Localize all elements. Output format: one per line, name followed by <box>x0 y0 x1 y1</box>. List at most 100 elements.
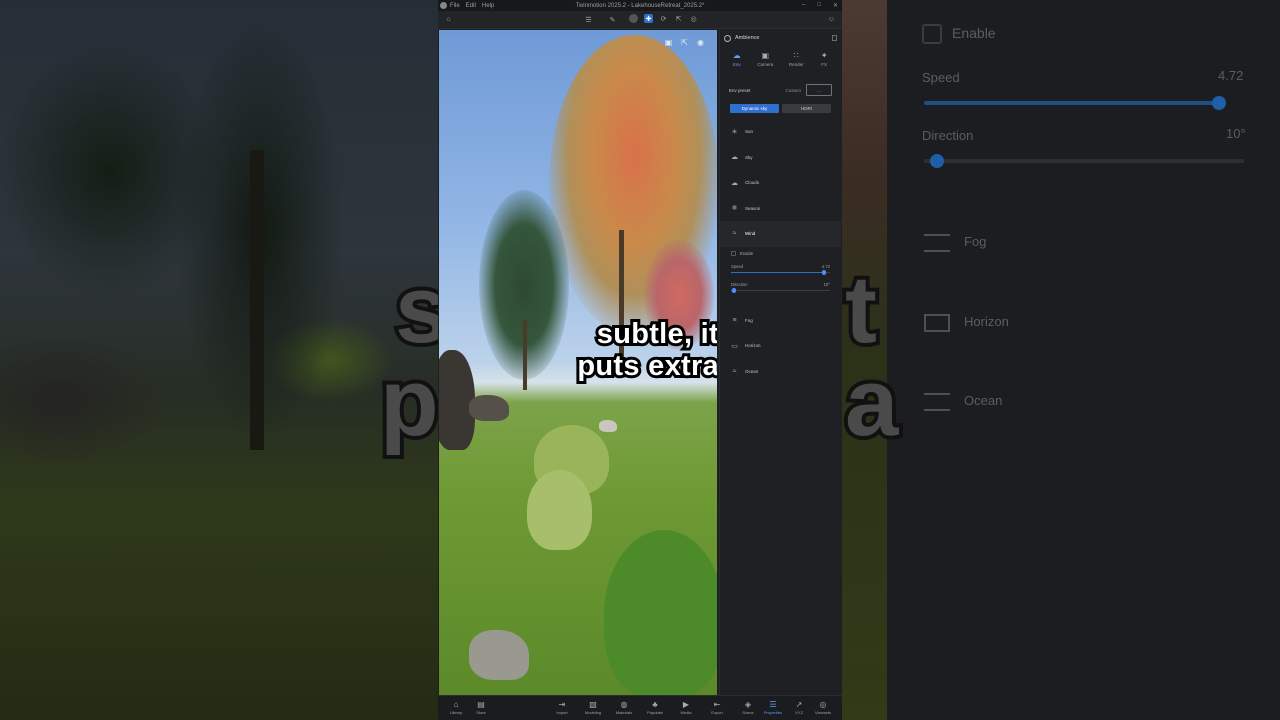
expand-icon[interactable]: ⇱ <box>680 38 689 47</box>
dock-properties[interactable]: ☰ Properties <box>762 700 784 715</box>
dock-library[interactable]: ⌂ Library <box>445 700 467 715</box>
blurred-fog-icon <box>924 234 950 252</box>
dock-xyz[interactable]: ↗ XYZ <box>788 700 810 715</box>
collapse-panel-icon[interactable] <box>832 35 837 41</box>
blurred-speed-knob <box>1212 96 1226 110</box>
blurred-ocean-icon <box>924 393 950 411</box>
section-fog-label: Fog <box>745 317 753 323</box>
speed-knob[interactable] <box>821 270 827 275</box>
env-preset-value: Custom <box>785 87 801 93</box>
direction-knob[interactable] <box>731 288 737 293</box>
home-icon[interactable]: ⌂ <box>444 15 453 24</box>
dock-populate[interactable]: ♣ Populate <box>644 700 666 715</box>
media-icon: ▶ <box>682 700 690 709</box>
screen: sut p Enable Speed 4.72 Direction 10° Fo… <box>0 0 1280 720</box>
section-clouds[interactable]: ☁ Clouds <box>720 170 841 196</box>
clouds-icon: ☁ <box>731 179 738 187</box>
dock-export[interactable]: ⇤ Export <box>706 700 728 715</box>
pen-icon[interactable]: ✎ <box>608 15 617 24</box>
white-stone <box>599 420 617 432</box>
render-dots-icon: ∷ <box>793 51 799 60</box>
twinmotion-window: File Edit Help Twinmotion 2025.2 - Lakeh… <box>438 0 842 720</box>
blurred-ocean-label: Ocean <box>964 393 1003 408</box>
tab-render[interactable]: ∷ Render <box>789 52 804 78</box>
dock-materials[interactable]: ◍ Materials <box>613 700 635 715</box>
video-caption: subtle, it puts extra <box>547 315 717 385</box>
fx-icon: ✦ <box>820 51 828 60</box>
menu-edit[interactable]: Edit <box>466 3 476 9</box>
fog-icon: ≡ <box>732 316 737 324</box>
video-camera-icon: ▣ <box>761 51 770 60</box>
section-wind[interactable]: ≈ Wind <box>720 221 841 247</box>
user-icon[interactable]: ☺ <box>827 15 836 24</box>
dock-populate-label: Populate <box>647 710 663 715</box>
wind-enable-label: Enable <box>740 251 754 256</box>
dock-store-label: Store <box>476 710 486 715</box>
section-fog[interactable]: ≡ Fog <box>720 308 841 334</box>
dock-modeling-label: Modeling <box>584 710 602 715</box>
dock-media[interactable]: ▶ Media <box>675 700 697 715</box>
globe-icon[interactable]: ◎ <box>689 14 698 23</box>
dock-viewsets[interactable]: ◎ Viewsets <box>812 700 834 715</box>
wind-icon: ≈ <box>732 230 737 238</box>
eye-icon[interactable]: ◉ <box>696 38 705 47</box>
direction-label: Direction <box>731 281 748 287</box>
rock-mid <box>469 395 509 421</box>
fern-2 <box>527 470 592 550</box>
minimize-button[interactable]: – <box>802 2 805 9</box>
dock-scene[interactable]: ◈ Scene <box>737 700 759 715</box>
app-logo-icon <box>440 2 447 9</box>
blurred-horizon-icon <box>924 314 950 332</box>
move-tool-icon[interactable]: ✚ <box>644 14 653 23</box>
wind-enable-checkbox[interactable] <box>731 251 736 256</box>
store-icon: ▤ <box>477 700 485 709</box>
maximize-button[interactable]: □ <box>817 2 821 9</box>
close-button[interactable]: ✕ <box>833 2 838 9</box>
scene-icon: ◈ <box>744 700 752 709</box>
window-title: Twinmotion 2025.2 - LakehouseRetreat_202… <box>575 2 705 9</box>
select-tool-icon[interactable] <box>629 14 638 23</box>
section-horizon-label: Horizon <box>745 343 761 349</box>
panel-header: Ambience <box>720 30 841 46</box>
speed-slider[interactable] <box>731 270 830 276</box>
blurred-speed-fill <box>924 101 1220 105</box>
pine-tree-trunk <box>523 320 527 390</box>
layers-icon[interactable]: ☰ <box>584 15 593 24</box>
section-clouds-label: Clouds <box>745 180 760 186</box>
section-sun[interactable]: ☀ Sun <box>720 119 841 145</box>
section-sky[interactable]: ☁ Sky <box>720 145 841 171</box>
dock-scene-label: Scene <box>742 710 754 715</box>
dock-viewsets-label: Viewsets <box>815 710 831 715</box>
dock-store[interactable]: ▤ Store <box>470 700 492 715</box>
title-bar: File Edit Help Twinmotion 2025.2 - Lakeh… <box>438 0 842 11</box>
direction-slider[interactable] <box>731 288 830 294</box>
blurred-background-left <box>0 0 438 720</box>
section-ocean[interactable]: ≈ Ocean <box>720 359 841 385</box>
dock-import[interactable]: ⇥ Import <box>551 700 573 715</box>
menu-file[interactable]: File <box>450 3 460 9</box>
section-season[interactable]: ❄ Season <box>720 196 841 222</box>
section-horizon[interactable]: ▭ Horizon <box>720 333 841 359</box>
blurred-direction-track <box>924 159 1244 163</box>
modeling-icon: ▧ <box>589 700 597 709</box>
tab-camera[interactable]: ▣ Camera <box>757 52 773 78</box>
wind-enable-row[interactable]: Enable <box>731 247 830 261</box>
blurred-tree-trunk <box>250 150 264 450</box>
menu-help[interactable]: Help <box>482 3 494 9</box>
bottom-dock: ⌂ Library ▤ Store ⇥ Import ▧ Modeling ◍ Mater… <box>438 695 842 720</box>
blurred-enable-checkbox <box>922 24 942 44</box>
dock-modeling[interactable]: ▧ Modeling <box>582 700 604 715</box>
tab-fx[interactable]: ✦ FX <box>819 52 829 78</box>
rotate-tool-icon[interactable]: ⟳ <box>659 14 668 23</box>
dynamic-sky-button[interactable]: Dynamic sky <box>730 104 779 113</box>
cloud-icon: ☁ <box>732 51 741 60</box>
env-preset-thumbnail[interactable]: ...... <box>806 84 832 96</box>
properties-icon: ☰ <box>769 700 777 709</box>
shrub-foreground <box>604 530 717 695</box>
section-season-label: Season <box>745 205 761 211</box>
tab-env[interactable]: ☁ Env <box>732 52 742 78</box>
3d-viewport[interactable]: ▣ ⇱ ◉ subtle, it puts extra <box>439 30 717 695</box>
hdri-button[interactable]: HDRI <box>782 104 831 113</box>
scale-tool-icon[interactable]: ⇱ <box>674 14 683 23</box>
camera-icon[interactable]: ▣ <box>664 38 673 47</box>
